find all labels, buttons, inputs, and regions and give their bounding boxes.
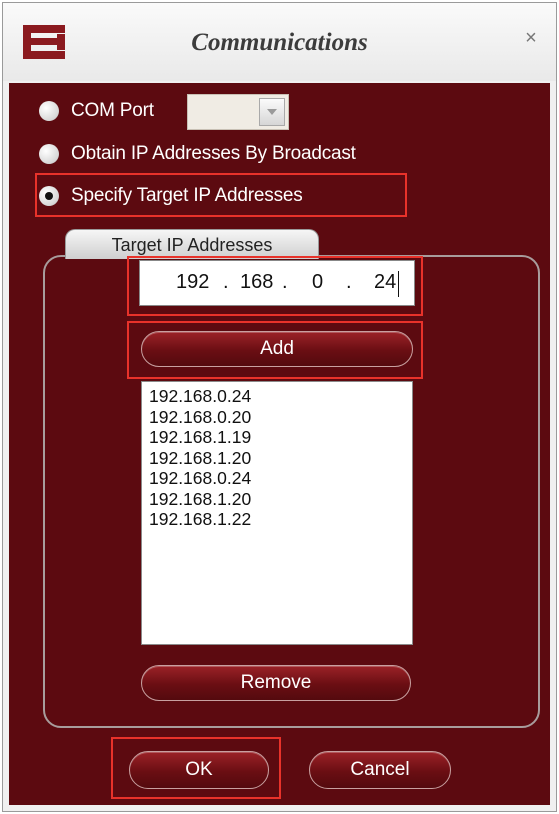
list-item[interactable]: 192.168.1.20	[149, 489, 412, 510]
list-item[interactable]: 192.168.0.24	[149, 386, 412, 407]
close-icon: ×	[525, 26, 537, 49]
ip-dot-3: .	[346, 271, 352, 293]
list-item[interactable]: 192.168.0.24	[149, 468, 412, 489]
ip-octet-2: 168	[240, 271, 274, 293]
dialog-title: Communications	[191, 29, 368, 56]
ip-octet-1: 192	[176, 271, 210, 293]
ip-dot-2: .	[282, 271, 288, 293]
com-port-label: COM Port	[71, 100, 154, 121]
text-caret	[398, 271, 399, 297]
broadcast-radio[interactable]	[39, 144, 59, 164]
specify-ip-radio-option[interactable]: Specify Target IP Addresses	[39, 180, 303, 212]
com-port-radio[interactable]	[39, 101, 59, 121]
list-item[interactable]: 192.168.0.20	[149, 407, 412, 428]
cancel-button[interactable]: Cancel	[309, 751, 451, 789]
title-bar[interactable]: Communications ×	[3, 3, 556, 81]
ip-octet-4: 24	[374, 271, 397, 293]
dialog-body: COM Port Obtain IP Addresses By Broadcas…	[9, 83, 550, 805]
broadcast-radio-option[interactable]: Obtain IP Addresses By Broadcast	[39, 138, 356, 170]
broadcast-label: Obtain IP Addresses By Broadcast	[71, 143, 356, 164]
list-item[interactable]: 192.168.1.22	[149, 509, 412, 530]
communications-dialog: Communications × COM Port Obtain IP Addr…	[2, 2, 557, 812]
add-button[interactable]: Add	[141, 331, 413, 367]
ip-octet-3: 0	[312, 271, 324, 293]
list-item[interactable]: 192.168.1.19	[149, 427, 412, 448]
chevron-down-icon	[267, 109, 277, 115]
target-ip-list[interactable]: 192.168.0.24 192.168.0.20 192.168.1.19 1…	[141, 381, 413, 645]
com-port-radio-option[interactable]: COM Port	[39, 95, 154, 127]
ip-address-input[interactable]: 192 . 168 . 0 . 24	[139, 260, 415, 306]
com-port-dropdown-button[interactable]	[259, 98, 285, 126]
tab-target-ip-addresses[interactable]: Target IP Addresses	[65, 229, 319, 259]
ip-dot-1: .	[223, 271, 229, 293]
com-port-select[interactable]	[187, 94, 289, 130]
remove-button[interactable]: Remove	[141, 665, 411, 701]
close-button[interactable]: ×	[516, 23, 546, 53]
specify-ip-label: Specify Target IP Addresses	[71, 185, 303, 206]
specify-ip-radio[interactable]	[39, 186, 59, 206]
ok-button[interactable]: OK	[129, 751, 269, 789]
list-item[interactable]: 192.168.1.20	[149, 448, 412, 469]
